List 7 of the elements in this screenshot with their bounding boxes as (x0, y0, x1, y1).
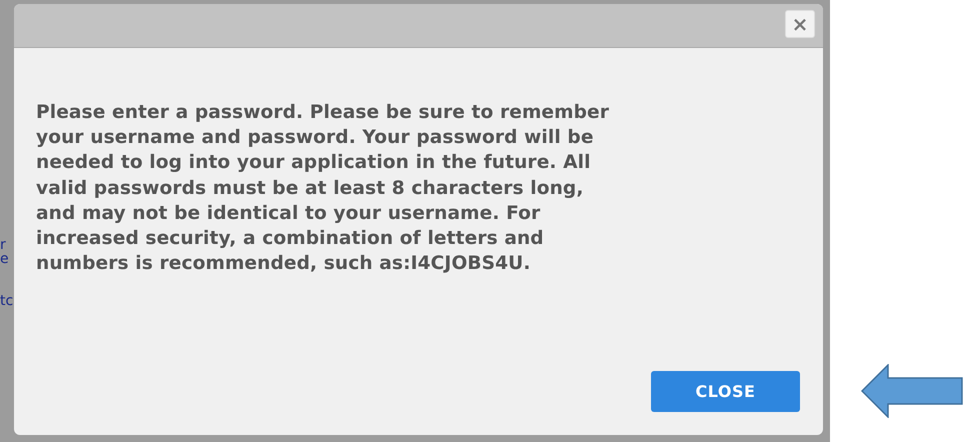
dialog-message: Please enter a password. Please be sure to remember your username and password. Your password will be needed to log into your application in the future. All valid passwords must be at least 8 characters long, and may not be identical to your username. For increased security, a combination of letters and numbers is recommended, such as:I4CJOBS4U. (36, 101, 610, 276)
left-arrow-icon (861, 364, 963, 418)
close-button[interactable]: CLOSE (651, 371, 800, 412)
close-button[interactable]: × (785, 10, 815, 38)
background-text: tc (0, 294, 14, 308)
background-text: r (0, 238, 7, 252)
background-text: e (0, 252, 10, 266)
